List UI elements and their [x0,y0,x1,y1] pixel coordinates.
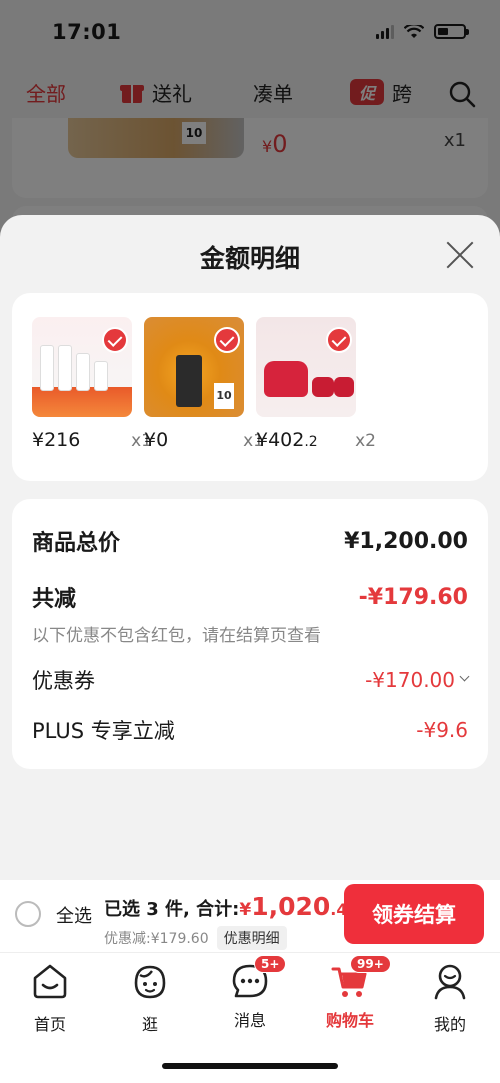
browse-face-icon [134,965,166,999]
select-all-label[interactable]: 全选 [56,902,92,928]
tab-cart[interactable]: 99+ 购物车 [310,955,391,1031]
product-qty: x2 [355,431,376,451]
coupon-row[interactable]: 优惠券 -¥170.00 [32,665,470,695]
home-indicator [162,1063,338,1069]
message-badge: 5+ [254,955,287,973]
total-price-row: 商品总价 ¥1,200.00 [32,525,468,557]
price-summary-card: 商品总价 ¥1,200.00 共减 -¥179.60 以下优惠不包含红包，请在结… [12,499,488,769]
total-currency: ¥ [239,900,252,920]
product-price: ¥0 [144,429,169,451]
cart-badge: 99+ [350,955,391,973]
total-reduction-label: 共减 [32,587,77,612]
product-thumbnail [32,317,132,417]
product-thumbnail: 10 [144,317,244,417]
total-amount: 1,020 [251,892,331,921]
plus-discount-label: PLUS 专享立减 [32,719,175,743]
plus-discount-value: -¥9.6 [416,718,468,742]
tab-messages-label: 消息 [233,1011,266,1030]
selected-count-text: 已选 3 件, 合计: [104,899,240,920]
checkout-bar: 全选 已选 3 件, 合计: ¥ 1,020 .40 优惠减:¥179.60 优… [0,880,500,952]
product-item[interactable]: ¥402.2 x2 [256,317,376,451]
discount-amount: 优惠减:¥179.60 [104,931,209,947]
thumb-badge: 10 [214,383,234,409]
checked-icon [102,327,128,353]
product-item[interactable]: ¥216 x1 [32,317,152,451]
coupon-value: -¥170.00 [365,668,455,692]
product-price: ¥216 [32,429,81,451]
tab-profile-label: 我的 [433,1015,466,1034]
checked-icon [214,327,240,353]
checked-icon [326,327,352,353]
total-price-value: ¥1,200.00 [344,528,468,554]
tab-profile[interactable]: 我的 [410,961,490,1035]
coupon-label: 优惠券 [32,669,95,693]
selected-summary: 已选 3 件, 合计: ¥ 1,020 .40 [104,892,359,921]
checkout-button[interactable]: 领券结算 [344,884,484,944]
product-list-card: ¥216 x1 10 ¥0 x1 ¥402.2 x2 [12,293,488,481]
total-reduction-row: 共减 -¥179.60 [32,581,468,613]
plus-discount-row: PLUS 专享立减 -¥9.6 [32,715,468,745]
cart-icon-wrap: 99+ [330,955,391,1001]
chevron-down-icon [459,671,470,681]
tab-browse-label: 逛 [141,1015,158,1034]
product-thumbnail [256,317,356,417]
discount-line: 优惠减:¥179.60 优惠明细 [104,926,287,950]
sheet-title: 金额明细 [199,244,300,273]
tab-home[interactable]: 首页 [10,961,90,1035]
tab-cart-label: 购物车 [325,1011,374,1030]
total-reduction-value: -¥179.60 [358,584,468,610]
home-icon [33,964,67,999]
tab-browse[interactable]: 逛 [110,961,190,1035]
close-icon[interactable] [446,241,474,269]
discount-note: 以下优惠不包含红包，请在结算页查看 [32,626,321,646]
tab-messages[interactable]: 5+ 消息 [210,955,290,1031]
message-icon-wrap: 5+ [230,955,287,1001]
select-all-radio[interactable] [15,901,41,927]
product-item[interactable]: 10 ¥0 x1 [144,317,264,451]
total-price-label: 商品总价 [32,531,121,556]
profile-icon [434,964,466,1000]
discount-detail-button[interactable]: 优惠明细 [216,926,287,950]
product-price: ¥402.2 [256,429,318,451]
tab-home-label: 首页 [33,1015,66,1034]
